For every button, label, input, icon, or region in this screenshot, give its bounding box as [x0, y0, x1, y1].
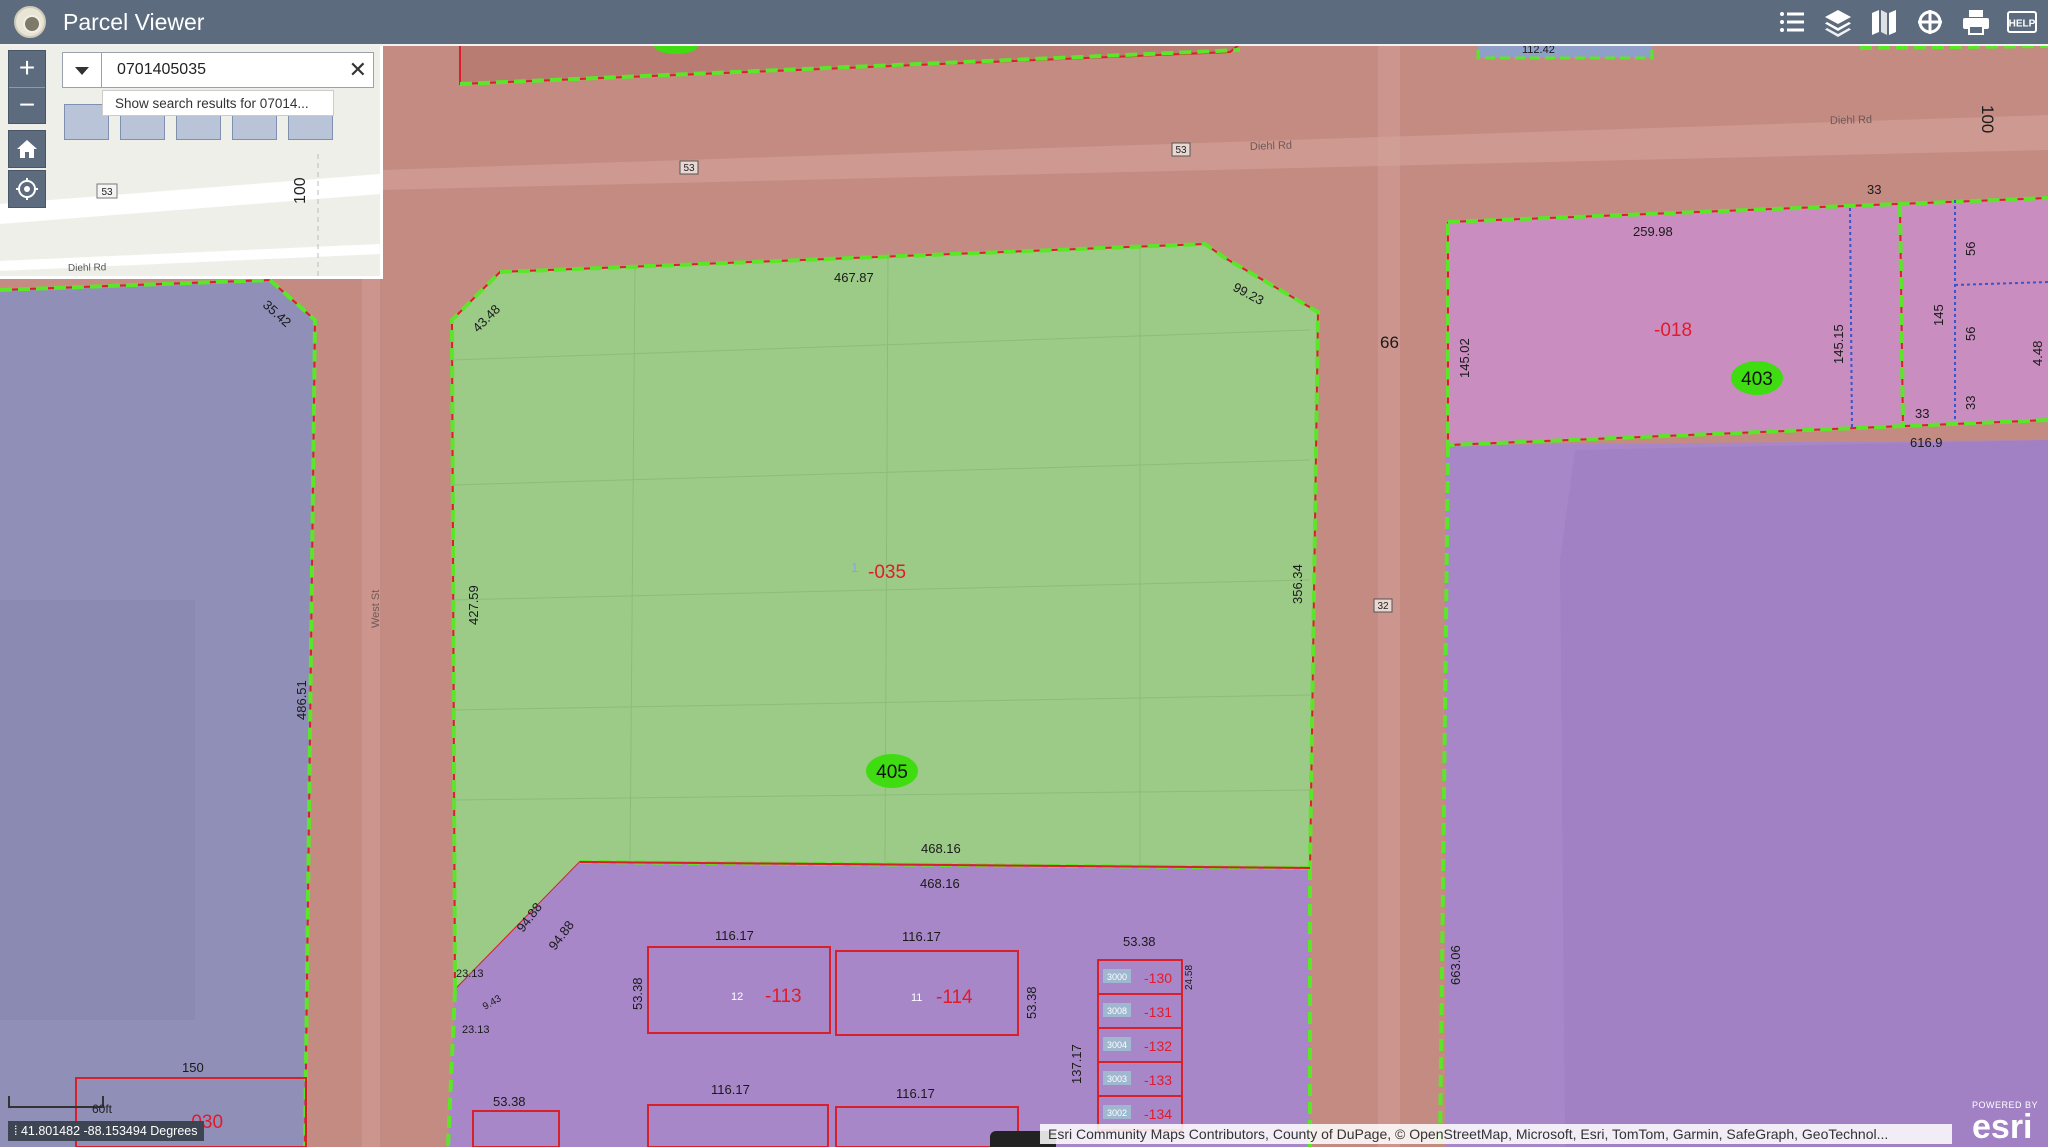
- coordinate-mode-icon[interactable]: ⁞: [14, 1124, 21, 1138]
- esri-logo: POWERED BY esri: [1966, 1098, 2042, 1146]
- unit-code-4: 3002: [1107, 1108, 1127, 1118]
- dim-6: 468.16: [920, 876, 960, 891]
- parcel-id-113[interactable]: -113: [765, 986, 802, 1007]
- dim-37: 663.06: [1448, 945, 1463, 985]
- dim-10: 23.13: [462, 1024, 490, 1036]
- top-blue-parcel: [1476, 42, 1654, 60]
- dim-9: 23.13: [456, 968, 484, 980]
- measure-icon[interactable]: [1910, 5, 1950, 39]
- dim-17: 24.58: [1184, 965, 1195, 990]
- dim-12: 116.17: [715, 928, 754, 943]
- print-icon[interactable]: [1956, 5, 1996, 39]
- dim-15: 53.38: [630, 977, 645, 1010]
- header-toolbar: HELP: [1772, 5, 2042, 39]
- zoom-in-button[interactable]: +: [9, 51, 45, 87]
- scale-bar: [8, 1096, 104, 1108]
- dim-4: 356.34: [1290, 564, 1305, 604]
- zone-south-purple: [448, 862, 1310, 1147]
- dim-30: 145.15: [1831, 324, 1846, 364]
- dim-34: 33: [1915, 406, 1929, 421]
- search-source-dropdown[interactable]: [63, 53, 102, 87]
- unit-id-3[interactable]: -133: [1144, 1072, 1172, 1088]
- app-title: Parcel Viewer: [63, 9, 205, 35]
- dim-22: 150: [182, 1060, 204, 1075]
- dim-36: 616.9: [1910, 435, 1943, 450]
- overview-road-label: Diehl Rd: [68, 262, 107, 274]
- dim-0: 467.87: [834, 270, 874, 285]
- scale-label: 60ft: [92, 1102, 113, 1116]
- home-button[interactable]: [8, 130, 46, 168]
- help-icon[interactable]: HELP: [2002, 5, 2042, 39]
- zone-label-403: 403: [1741, 369, 1773, 390]
- basemap-icon[interactable]: [1864, 5, 1904, 39]
- esri-wordmark: esri: [1972, 1108, 2033, 1146]
- header-bar: Parcel Viewer HELP: [0, 0, 2048, 46]
- road-label-2: Diehl Rd: [1830, 114, 1872, 127]
- dim-18: 137.17: [1069, 1044, 1084, 1084]
- dim-28: 259.98: [1633, 224, 1673, 239]
- layers-icon[interactable]: [1818, 5, 1858, 39]
- parcel-035-marker: 1: [851, 560, 858, 575]
- dim-33: 56: [1963, 327, 1978, 341]
- coordinate-text: 41.801482 -88.153494 Degrees: [20, 1124, 198, 1138]
- zoom-out-button[interactable]: −: [9, 87, 45, 124]
- unit-id-0[interactable]: -130: [1144, 970, 1172, 986]
- route-shield-2-label: 53: [1175, 145, 1187, 156]
- route-shield-3-label: 32: [1377, 601, 1389, 612]
- parcel-id-018[interactable]: -018: [1654, 320, 1692, 341]
- dim-14: 53.38: [1123, 934, 1156, 949]
- dim-38: 4.48: [2030, 341, 2045, 366]
- legend-icon[interactable]: [1772, 5, 1812, 39]
- unit-code-0: 3000: [1107, 972, 1127, 982]
- left-building: [0, 600, 195, 1020]
- locate-icon: [16, 178, 38, 200]
- zone-403: [1448, 198, 2048, 445]
- parcel-id-035[interactable]: -035: [868, 562, 906, 583]
- county-seal-icon: [14, 6, 46, 38]
- dim-27: 33: [1867, 182, 1881, 197]
- dim-21: 53.38: [493, 1094, 526, 1109]
- east-building: [1560, 440, 2048, 1147]
- unit-id-1[interactable]: -131: [1144, 1004, 1172, 1020]
- clear-search-icon[interactable]: ✕: [349, 57, 367, 83]
- home-icon: [17, 140, 37, 158]
- dim-29: 145.02: [1457, 338, 1472, 378]
- overview-measure-label: 100: [292, 177, 309, 204]
- dim-16: 53.38: [1024, 986, 1039, 1019]
- search-box: ✕: [62, 52, 374, 88]
- dim-3: 427.59: [466, 585, 481, 625]
- map-attribution[interactable]: Esri Community Maps Contributors, County…: [1040, 1124, 1952, 1144]
- zone-label-405: 405: [876, 762, 908, 783]
- parcel-113-marker: 12: [731, 991, 743, 1003]
- parcel-114-marker: 11: [911, 992, 922, 1004]
- dim-31: 145: [1931, 304, 1946, 326]
- dim-19: 116.17: [711, 1082, 750, 1097]
- unit-id-4[interactable]: -134: [1144, 1106, 1172, 1122]
- unit-code-3: 3003: [1107, 1074, 1127, 1084]
- road-label-west-st: West St: [370, 590, 382, 628]
- parcel-id-114[interactable]: -114: [936, 987, 973, 1008]
- north-road-band: [1378, 44, 1400, 1147]
- coordinate-readout[interactable]: ⁞ 41.801482 -88.153494 Degrees: [8, 1121, 204, 1141]
- dim-5: 468.16: [921, 841, 961, 856]
- unit-id-2[interactable]: -132: [1144, 1038, 1172, 1054]
- unit-code-2: 3004: [1107, 1040, 1127, 1050]
- overview-route-label: 53: [101, 187, 113, 198]
- west-st-band: [362, 260, 380, 1147]
- dim-23: 486.51: [294, 680, 309, 720]
- help-icon-label: HELP: [2009, 19, 2036, 30]
- locate-button[interactable]: [8, 170, 46, 208]
- dim-25: 66: [1380, 333, 1399, 352]
- dim-35: 33: [1963, 396, 1978, 410]
- dim-26: 100: [1978, 105, 1997, 133]
- route-shield-1-label: 53: [683, 163, 695, 174]
- zoom-control: + −: [8, 50, 46, 124]
- dim-32: 56: [1963, 242, 1978, 256]
- unit-code-1: 3008: [1107, 1006, 1127, 1016]
- search-suggestion[interactable]: Show search results for 07014...: [102, 90, 334, 116]
- search-input[interactable]: [109, 53, 329, 87]
- dim-13: 116.17: [902, 929, 941, 944]
- dim-20: 116.17: [896, 1086, 935, 1101]
